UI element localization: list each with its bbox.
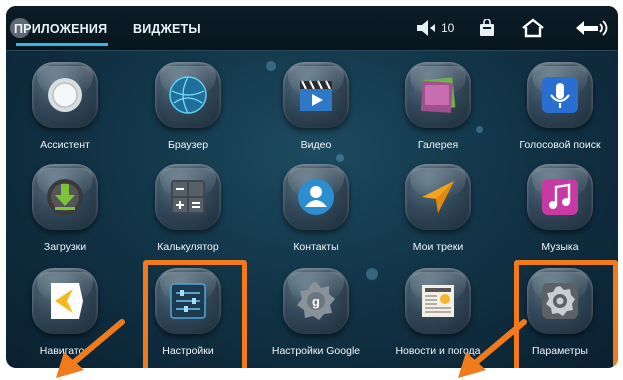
- background-sparkle: [366, 268, 378, 280]
- app-label: Загрузки: [43, 241, 87, 253]
- background-sparkle: [476, 126, 483, 133]
- app-contacts[interactable]: [283, 164, 349, 230]
- shopping-bag-icon[interactable]: [478, 16, 496, 40]
- app-voice-search[interactable]: [527, 62, 593, 128]
- app-my-tracks[interactable]: [405, 164, 471, 230]
- top-bar: ПРИЛОЖЕНИЯ ВИДЖЕТЫ 10: [6, 6, 618, 51]
- app-label: Настройки Google: [271, 345, 361, 357]
- arrow-annotation: [458, 319, 527, 378]
- navigator-icon: [51, 283, 83, 319]
- assistant-icon: [48, 78, 82, 112]
- app-label: Калькулятор: [157, 241, 219, 253]
- app-label: Мои треки: [412, 241, 464, 253]
- volume-control[interactable]: 10: [416, 16, 454, 40]
- app-label: Музыка: [541, 241, 579, 253]
- globe-icon: [169, 76, 207, 114]
- app-video[interactable]: [283, 62, 349, 128]
- app-label: Ассистент: [40, 139, 90, 151]
- google-settings-icon: g: [297, 282, 335, 320]
- video-clapper-icon: [300, 80, 332, 111]
- svg-text:g: g: [312, 294, 320, 309]
- download-icon: [47, 179, 83, 215]
- app-music[interactable]: [527, 164, 593, 230]
- app-gallery[interactable]: [405, 62, 471, 128]
- tab-widgets-label: ВИДЖЕТЫ: [133, 22, 201, 36]
- arrow-annotation: [56, 319, 125, 378]
- gallery-icon: [420, 77, 456, 113]
- tab-apps[interactable]: ПРИЛОЖЕНИЯ: [14, 6, 114, 50]
- app-label: Видео: [300, 139, 332, 151]
- microphone-icon: [542, 77, 578, 113]
- app-label: Галерея: [417, 139, 459, 151]
- speaker-icon: [417, 20, 435, 36]
- highlight-settings: [143, 260, 247, 368]
- app-label: Контакты: [293, 241, 339, 253]
- app-label: Браузер: [167, 139, 209, 151]
- app-assistant[interactable]: [32, 62, 98, 128]
- tab-widgets[interactable]: ВИДЖЕТЫ: [133, 6, 201, 50]
- app-google-settings[interactable]: g: [283, 268, 349, 334]
- app-calculator[interactable]: [155, 164, 221, 230]
- launcher-screen: ПРИЛОЖЕНИЯ ВИДЖЕТЫ 10 Ассистент Браузер …: [6, 6, 618, 368]
- back-icon[interactable]: [576, 16, 610, 40]
- contact-icon: [298, 179, 334, 215]
- calculator-icon: [171, 180, 205, 214]
- tab-active-indicator: [16, 43, 108, 46]
- navigation-arrow-icon: [422, 181, 454, 213]
- home-icon[interactable]: [520, 16, 546, 40]
- volume-level: 10: [441, 21, 455, 35]
- app-downloads[interactable]: [32, 164, 98, 230]
- news-weather-icon: [422, 285, 454, 317]
- background-sparkle: [336, 154, 344, 162]
- app-label: Голосовой поиск: [519, 139, 601, 151]
- tab-apps-label: ПРИЛОЖЕНИЯ: [14, 22, 108, 36]
- app-browser[interactable]: [155, 62, 221, 128]
- music-note-icon: [542, 179, 578, 215]
- background-sparkle: [266, 61, 276, 71]
